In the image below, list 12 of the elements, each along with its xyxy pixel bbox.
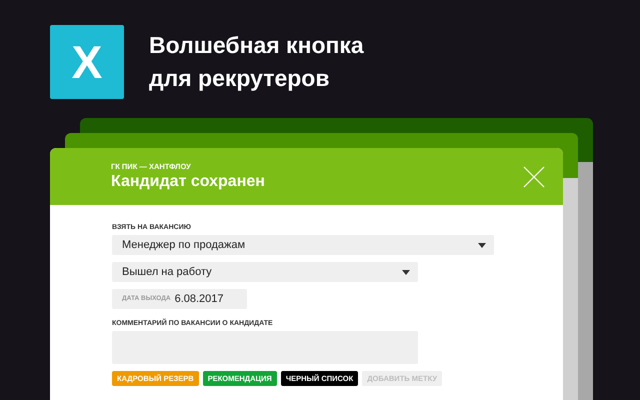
select-value: Менеджер по продажам: [122, 238, 246, 253]
dropdown-caret-icon: [478, 242, 486, 248]
headline: Волшебная кнопка: [149, 31, 364, 60]
dialog-title: Кандидат сохранен: [111, 172, 265, 192]
close-button[interactable]: [523, 166, 545, 188]
vacancy-select[interactable]: Менеджер по продажам: [112, 235, 494, 255]
logo: X: [50, 25, 124, 99]
dropdown-caret-icon: [402, 270, 410, 274]
select-value: Вышел на работу: [122, 264, 212, 280]
status-select[interactable]: Вышел на работу: [112, 262, 418, 282]
date-value: 6.08.2017: [174, 292, 224, 307]
headline: для рекрутеров: [149, 64, 330, 93]
